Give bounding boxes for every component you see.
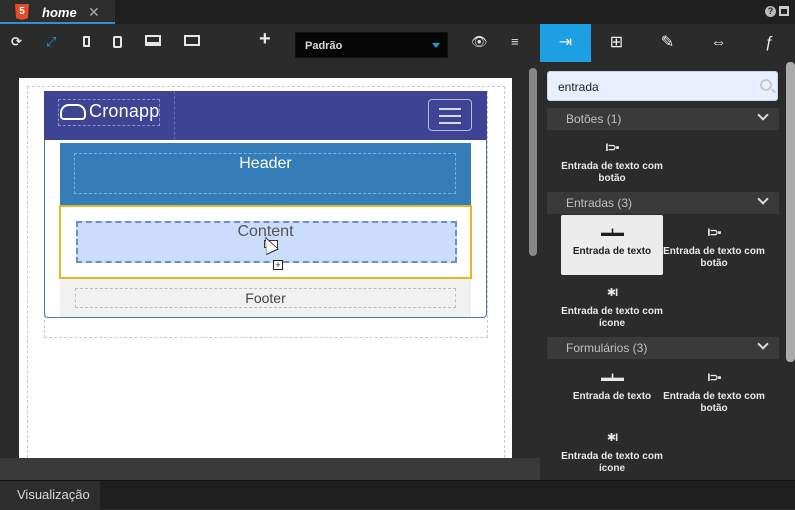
component-text-input-button[interactable]: I⊃▪ Entrada de texto com botão [663, 372, 765, 418]
group-label: Botões (1) [566, 112, 622, 126]
help-icon[interactable]: ? [765, 6, 776, 17]
preview-tab[interactable]: Visualização [0, 481, 100, 510]
input-button-icon: I⊃▪ [707, 227, 721, 239]
visibility-icon[interactable]: 👁 [471, 34, 488, 50]
component-text-input-icon[interactable]: ✱I Entrada de texto com ícone [561, 432, 663, 478]
events-tab-icon[interactable]: ƒ [744, 24, 795, 62]
tree-tab-icon[interactable]: ⊞ [591, 24, 642, 62]
drop-copy-icon: + [273, 260, 283, 270]
component-search-input[interactable]: entrada [547, 71, 778, 101]
components-tab-icon[interactable]: ⇥ [540, 24, 591, 62]
component-text-input[interactable]: ▬I▬ Entrada de texto [561, 215, 663, 275]
editor-toolbar: ⟳ ⤢ + Padrão 👁 ≡ [0, 24, 540, 62]
phone-view-icon[interactable] [83, 36, 90, 47]
close-icon[interactable]: ✕ [88, 4, 100, 21]
maximize-icon[interactable] [779, 6, 789, 16]
page-preview[interactable]: Cronapp Header Content + Footer [19, 78, 512, 458]
brand-divider [174, 91, 175, 140]
chevron-down-icon [757, 338, 769, 350]
desktop-view-icon[interactable] [145, 35, 161, 46]
bottom-bar: Visualização [0, 480, 795, 510]
datasource-icon[interactable]: ≡ [511, 34, 519, 50]
components-panel: entrada Botões (1) I⊃▪ Entrada de texto … [540, 62, 795, 480]
group-forms[interactable]: Formulários (3) [547, 337, 779, 359]
chevron-down-icon [757, 109, 769, 121]
add-icon[interactable]: + [259, 29, 271, 49]
group-label: Entradas (3) [566, 196, 633, 210]
footer-label: Footer [245, 290, 286, 306]
cloud-icon [60, 103, 86, 120]
chevron-down-icon [757, 193, 769, 205]
footer-section[interactable]: Footer [60, 279, 471, 317]
html5-icon: 5 [15, 4, 29, 20]
tab-title: home [42, 5, 77, 20]
search-icon[interactable] [760, 79, 772, 91]
panel-scrollbar[interactable] [786, 62, 795, 362]
canvas-horizontal-scrollbar[interactable] [0, 458, 540, 480]
device-select-value: Padrão [305, 40, 343, 52]
tablet-view-icon[interactable] [113, 36, 122, 48]
input-icon-icon: ✱I [606, 432, 618, 444]
canvas-vertical-scrollbar[interactable] [529, 68, 537, 256]
edit-tab-icon[interactable]: ✎ [642, 24, 693, 62]
search-value: entrada [558, 80, 599, 94]
component-text-input-button[interactable]: I⊃▪ Entrada de texto com botão [561, 142, 663, 188]
refresh-icon[interactable]: ⟳ [11, 34, 22, 50]
design-canvas: Cronapp Header Content + Footer [0, 62, 540, 458]
input-button-icon: I⊃▪ [707, 372, 721, 384]
device-select[interactable]: Padrão [295, 32, 448, 58]
input-button-icon: I⊃▪ [605, 142, 619, 154]
brand-text: Cronapp [89, 101, 160, 121]
group-inputs[interactable]: Entradas (3) [547, 192, 779, 214]
menu-toggle-button[interactable] [428, 99, 472, 131]
text-input-icon: ▬I▬ [600, 227, 624, 239]
input-icon-icon: ✱I [606, 287, 618, 299]
group-buttons[interactable]: Botões (1) [547, 108, 779, 130]
group-label: Formulários (3) [566, 341, 648, 355]
document-tab-bar: 5 home ✕ ? [0, 0, 795, 24]
component-text-input-button[interactable]: I⊃▪ Entrada de texto com botão [663, 227, 765, 273]
fullscreen-icon[interactable]: ⤢ [46, 34, 56, 50]
header-section[interactable]: Header [60, 143, 471, 205]
caret-down-icon [432, 43, 440, 48]
component-text-input[interactable]: ▬I▬ Entrada de texto [561, 372, 663, 412]
window-controls: ? [765, 6, 789, 17]
navbar[interactable]: Cronapp [44, 91, 487, 140]
tab-home[interactable]: 5 home ✕ [0, 0, 115, 24]
component-text-input-icon[interactable]: ✱I Entrada de texto com ícone [561, 287, 663, 333]
resize-tab-icon[interactable]: ⇔ [693, 24, 744, 62]
wide-desktop-view-icon[interactable] [184, 35, 200, 46]
inspector-tabs: ⇥ ⊞ ✎ ⇔ ƒ [540, 24, 795, 62]
header-label: Header [239, 155, 292, 172]
text-input-icon: ▬I▬ [600, 372, 624, 384]
brand-logo[interactable]: Cronapp [60, 101, 159, 122]
